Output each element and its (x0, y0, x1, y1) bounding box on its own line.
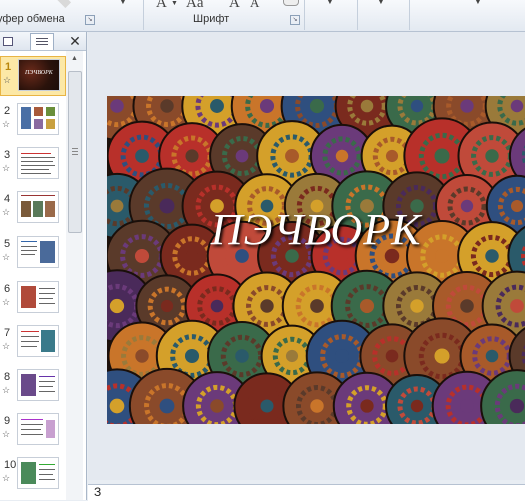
thumbnail-image: ПЭЧВОРК (18, 59, 60, 91)
animation-star-icon: ☆ (2, 163, 11, 173)
thumbnail-image (17, 457, 59, 489)
thumbnail-title: ПЭЧВОРК (25, 70, 53, 76)
slide-thumbnail-7[interactable]: 7 ☆ (0, 323, 66, 363)
clipboard-launcher-icon[interactable]: ↘ (85, 15, 95, 25)
format-painter-icon[interactable] (56, 0, 72, 9)
outline-tab-icon (36, 38, 48, 46)
slide-number: 10 (4, 459, 17, 471)
slide-number: 9 (4, 415, 11, 427)
group-separator (357, 0, 358, 30)
animation-star-icon: ☆ (2, 429, 11, 439)
grip-icon (72, 148, 78, 155)
slide-number: 2 (4, 105, 11, 117)
thumbnail-image (17, 191, 59, 223)
tab-outline[interactable] (30, 33, 54, 50)
slide-thumbnail-1[interactable]: 1 ☆ ПЭЧВОРК (0, 56, 66, 96)
animation-star-icon: ☆ (2, 207, 11, 217)
slide-thumbnail-3[interactable]: 3 ☆ (0, 145, 66, 185)
font-color-icon[interactable]: A (156, 0, 167, 12)
group-separator (409, 0, 410, 30)
dropdown-arrow-icon[interactable]: ▼ (376, 0, 386, 7)
animation-star-icon: ☆ (3, 75, 12, 85)
scrollbar-thumb[interactable] (68, 71, 82, 233)
thumbnail-scrollbar[interactable]: ▲ (66, 51, 83, 500)
animation-star-icon: ☆ (2, 341, 11, 351)
slide-number: 8 (4, 371, 11, 383)
animation-star-icon: ☆ (2, 473, 11, 483)
thumbnail-image (17, 413, 59, 445)
slide-number: 4 (4, 193, 11, 205)
slide-thumbnail-8[interactable]: 8 ☆ (0, 367, 66, 407)
font-launcher-icon[interactable]: ↘ (290, 15, 300, 25)
animation-star-icon: ☆ (2, 119, 11, 129)
animation-star-icon: ☆ (2, 252, 11, 262)
clear-formatting-icon[interactable] (283, 0, 299, 6)
thumbnail-image (17, 147, 59, 179)
slide-thumbnail-9[interactable]: 9 ☆ (0, 411, 66, 451)
thumbnail-image (17, 369, 59, 401)
shrink-font-icon[interactable]: A (250, 0, 259, 11)
dropdown-arrow-icon[interactable]: ▼ (118, 0, 128, 7)
grow-font-icon[interactable]: A (229, 0, 240, 12)
animation-star-icon: ☆ (2, 297, 11, 307)
font-group-label: Шрифт (193, 13, 230, 25)
thumbnail-image (17, 325, 59, 357)
close-panel-button[interactable]: ✕ (68, 32, 82, 50)
ribbon: ▼ A ▼ Aa A A ▼ ▼ ▼ уфер обмена ↘ Шрифт ↘ (0, 0, 525, 32)
slide-thumbnail-5[interactable]: 5 ☆ (0, 234, 66, 274)
thumbnail-image (17, 281, 59, 313)
dropdown-arrow-icon[interactable]: ▼ (325, 0, 335, 7)
group-separator (304, 0, 305, 30)
slide-thumbnail-4[interactable]: 4 ☆ (0, 189, 66, 229)
slide-thumbnail-10[interactable]: 10 ☆ (0, 455, 66, 495)
current-slide[interactable]: ПЭЧВОРК (107, 96, 525, 424)
slide-number: 7 (4, 327, 11, 339)
slide-number: 6 (4, 283, 11, 295)
thumbnail-image (17, 236, 59, 268)
notes-pane[interactable]: З (88, 484, 525, 501)
scroll-up-icon[interactable]: ▲ (66, 51, 83, 66)
patchwork-background-image (107, 96, 525, 424)
slides-panel: ✕ ▲ 1 ☆ ПЭЧВОРК 2 ☆ 3 ☆ 4 ☆ 5 ☆ 6 ☆ 7 ☆ … (0, 32, 87, 500)
tab-slides[interactable] (0, 33, 22, 49)
font-color-dropdown-icon[interactable]: ▼ (171, 0, 178, 7)
slide-thumbnail-6[interactable]: 6 ☆ (0, 279, 66, 319)
slide-number: 5 (4, 238, 11, 250)
slide-title[interactable]: ПЭЧВОРК (107, 204, 525, 255)
slides-tab-icon (3, 37, 13, 46)
dropdown-arrow-icon[interactable]: ▼ (473, 0, 483, 7)
change-case-icon[interactable]: Aa (186, 0, 204, 12)
slide-thumbnail-2[interactable]: 2 ☆ (0, 101, 66, 141)
group-separator (143, 0, 144, 30)
clipboard-group-label: уфер обмена (0, 13, 65, 25)
slide-number: 1 (5, 61, 12, 73)
slide-number: 3 (4, 149, 11, 161)
thumbnail-image (17, 103, 59, 135)
panel-tabs: ✕ (0, 32, 86, 51)
animation-star-icon: ☆ (2, 385, 11, 395)
